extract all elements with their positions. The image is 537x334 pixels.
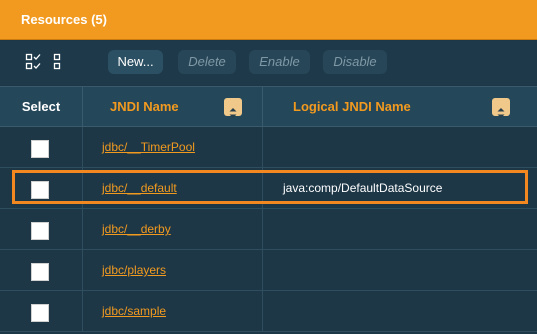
jndi-name-cell: jdbc/__derby (83, 209, 263, 250)
jndi-name-cell: jdbc/players (83, 250, 263, 291)
row-checkbox[interactable] (31, 140, 49, 158)
table-toolbar: New... Delete Enable Disable (0, 41, 537, 85)
jndi-name-cell: jdbc/__TimerPool (83, 127, 263, 168)
table-row: jdbc/__TimerPool (0, 127, 537, 168)
select-cell (0, 250, 83, 291)
panel-title: Resources (5) (21, 12, 107, 27)
select-cell (0, 127, 83, 168)
jndi-name-link[interactable]: jdbc/__default (102, 181, 177, 195)
row-checkbox[interactable] (31, 181, 49, 199)
select-all-icon[interactable] (25, 53, 43, 71)
select-cell (0, 209, 83, 250)
disable-button[interactable]: Disable (323, 50, 387, 74)
logical-jndi-name-cell (263, 291, 537, 332)
table-row: jdbc/sample (0, 291, 537, 332)
jndi-name-cell: jdbc/sample (83, 291, 263, 332)
jndi-name-link[interactable]: jdbc/__TimerPool (102, 140, 195, 154)
logical-jndi-name-column-header[interactable]: Logical JNDI Name (263, 87, 537, 127)
jndi-name-cell: jdbc/__default (83, 168, 263, 209)
panel-title-bar: Resources (5) (0, 0, 537, 40)
select-cell (0, 168, 83, 209)
logical-jndi-name-cell (263, 209, 537, 250)
jndi-name-header-label: JNDI Name (110, 99, 179, 114)
logical-jndi-name-cell (263, 250, 537, 291)
deselect-all-icon[interactable] (51, 53, 69, 71)
jndi-name-link[interactable]: jdbc/players (102, 263, 166, 277)
table-row: jdbc/__default java:comp/DefaultDataSour… (0, 168, 537, 209)
row-checkbox[interactable] (31, 304, 49, 322)
select-cell (0, 291, 83, 332)
enable-button[interactable]: Enable (249, 50, 310, 74)
row-checkbox[interactable] (31, 222, 49, 240)
logical-jndi-name-cell: java:comp/DefaultDataSource (263, 168, 537, 209)
logical-jndi-name-text: java:comp/DefaultDataSource (283, 181, 443, 195)
sort-icon[interactable] (224, 98, 242, 118)
jndi-name-link[interactable]: jdbc/__derby (102, 222, 171, 236)
delete-button[interactable]: Delete (178, 50, 236, 74)
jndi-name-link[interactable]: jdbc/sample (102, 304, 166, 318)
resources-panel: Resources (5) New... Delete Enable Disab… (0, 0, 537, 334)
table-row: jdbc/__derby (0, 209, 537, 250)
table-row: jdbc/players (0, 250, 537, 291)
jndi-name-column-header[interactable]: JNDI Name (83, 87, 263, 127)
select-column-header: Select (0, 87, 83, 127)
sort-icon[interactable] (492, 98, 510, 118)
logical-jndi-name-header-label: Logical JNDI Name (293, 99, 411, 114)
logical-jndi-name-cell (263, 127, 537, 168)
new-button[interactable]: New... (108, 50, 163, 74)
table-header: Select JNDI Name Logical JNDI Name (0, 86, 537, 127)
row-checkbox[interactable] (31, 263, 49, 281)
